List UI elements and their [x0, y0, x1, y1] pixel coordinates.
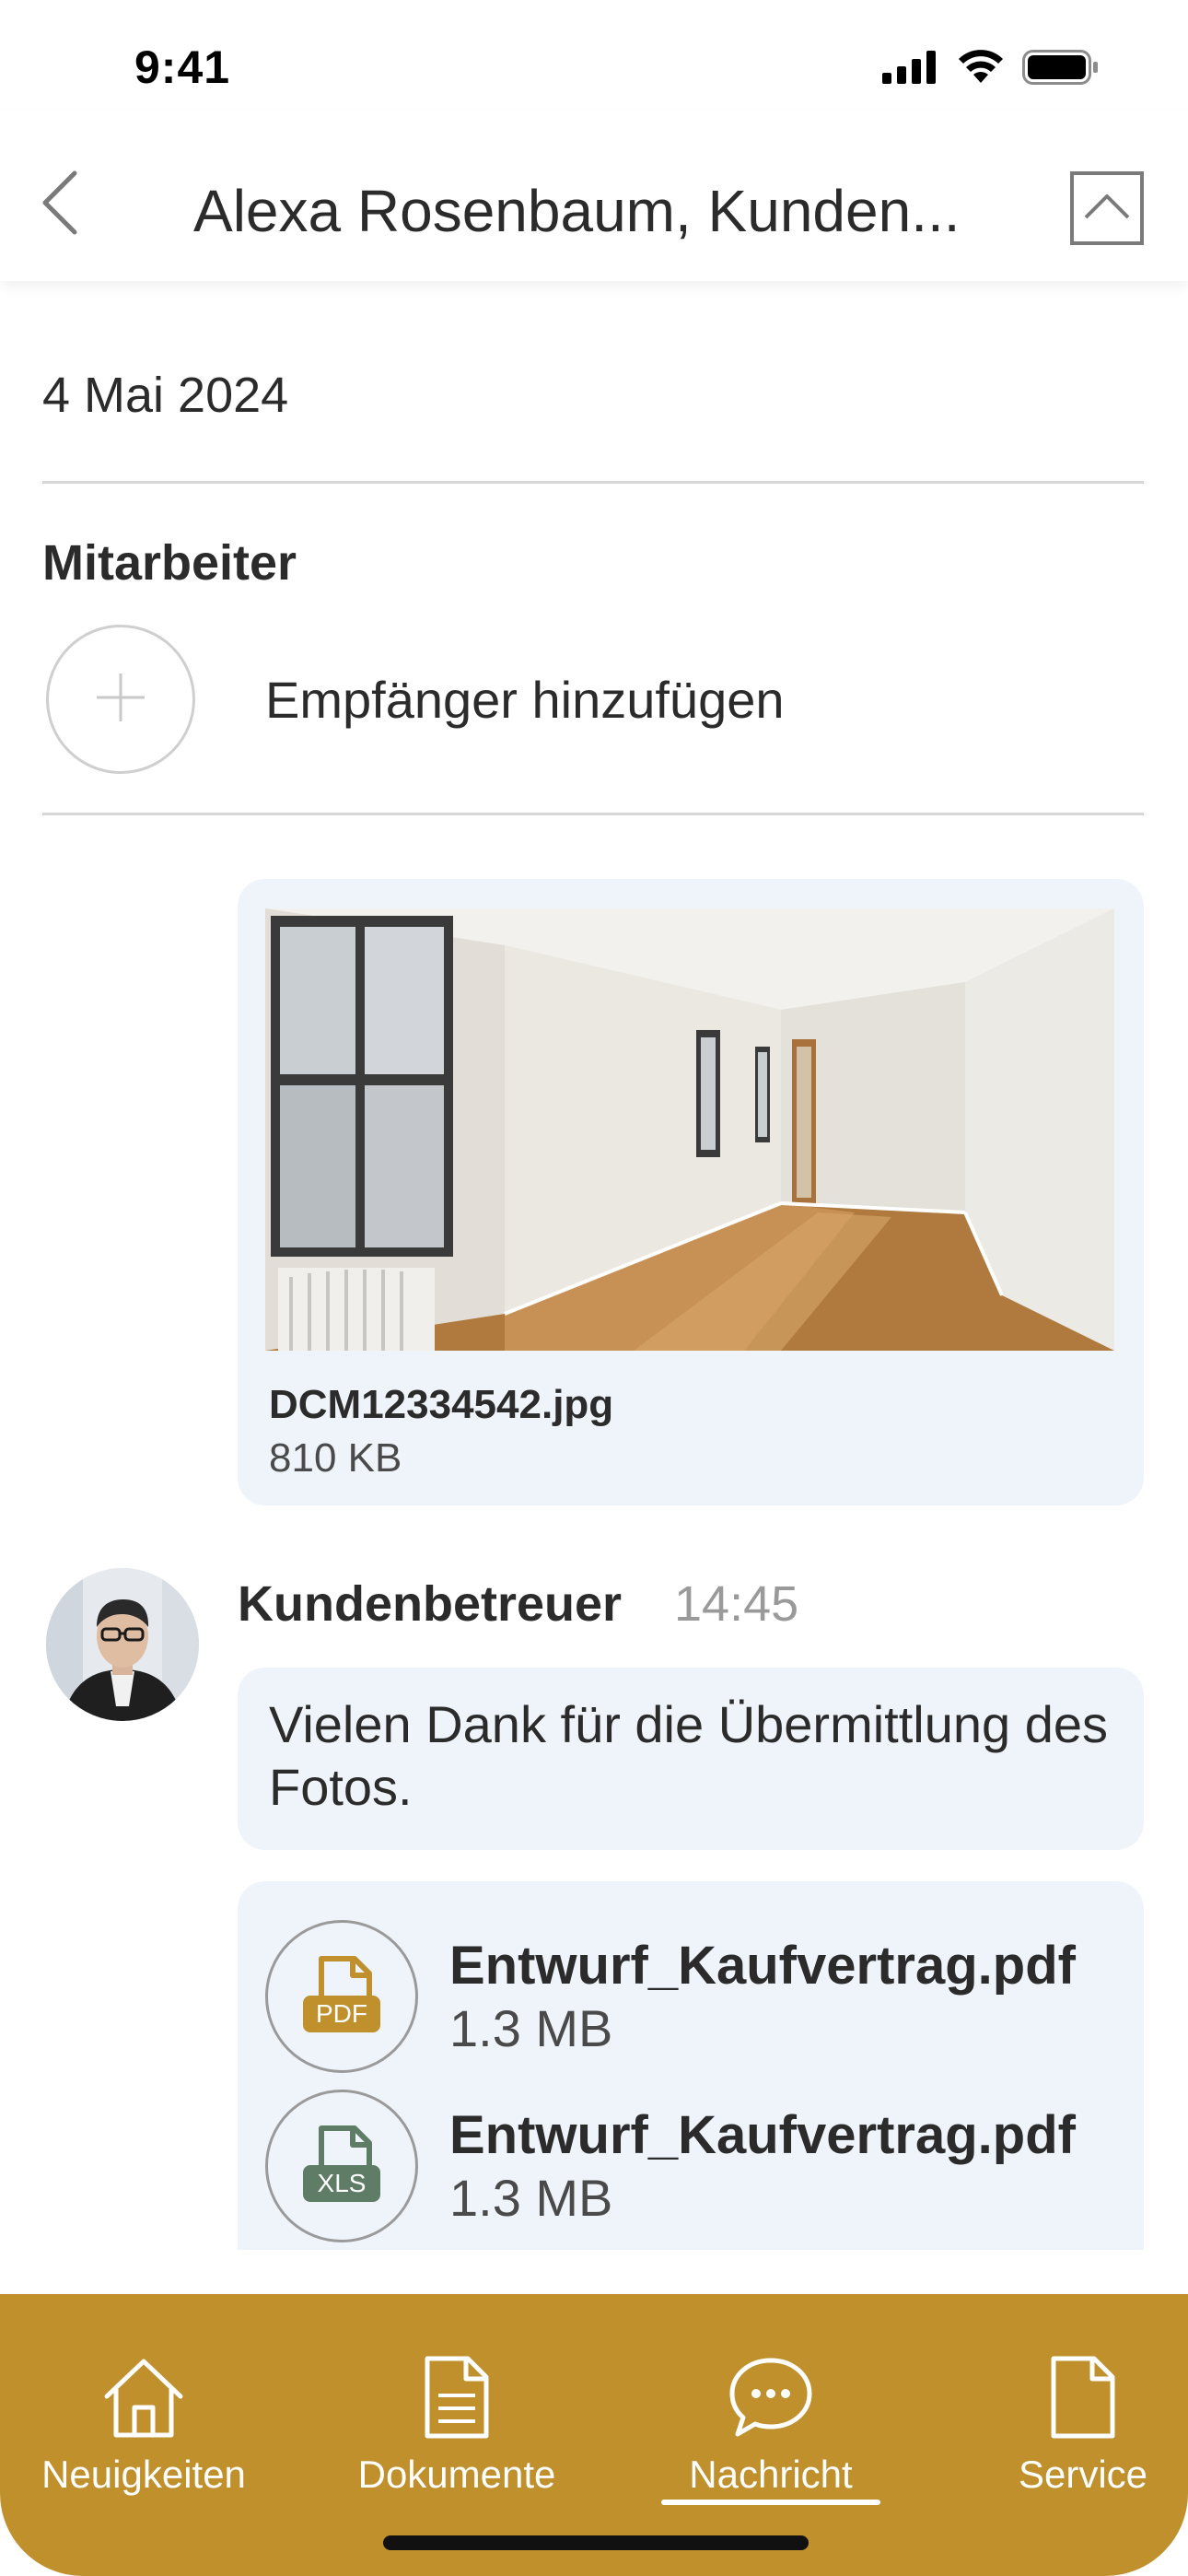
wifi-icon [958, 50, 1004, 89]
home-indicator[interactable] [383, 2535, 809, 2550]
text-message[interactable]: Vielen Dank für die Übermittlung des Fot… [238, 1668, 1144, 1850]
page-icon [1048, 2349, 1118, 2445]
conversation-header: Alexa Rosenbaum, Kunden... [0, 111, 1188, 281]
file-text: Entwurf_Kaufvertrag.pdf 1.3 MB [449, 1934, 1076, 2059]
app-screen: 9:41 Alexa Rosenbaum, Kunden... 4 Mai 20… [0, 0, 1188, 2576]
pdf-file-icon: PDF [296, 1953, 388, 2041]
tab-label: Neuigkeiten [41, 2453, 246, 2496]
file-size: 1.3 MB [449, 2169, 613, 2227]
photo-filename: DCM12334542.jpg [269, 1382, 614, 1427]
add-recipient-button[interactable]: Empfänger hinzufügen [46, 625, 785, 774]
message-text: Vielen Dank für die Übermittlung des Fot… [269, 1695, 1109, 1816]
back-button[interactable] [28, 168, 92, 241]
divider [42, 813, 1144, 815]
status-time: 9:41 [134, 41, 231, 93]
page-title: Alexa Rosenbaum, Kunden... [193, 178, 961, 244]
conversation-date: 4 Mai 2024 [42, 368, 289, 423]
tab-label: Service [1018, 2453, 1148, 2496]
document-icon [422, 2349, 492, 2445]
chat-icon [727, 2349, 815, 2445]
chevron-left-icon [40, 170, 80, 240]
active-tab-indicator [661, 2500, 880, 2505]
status-icons [882, 50, 1100, 89]
tab-label: Dokumente [357, 2453, 556, 2496]
tab-nachricht[interactable]: Nachricht [651, 2349, 891, 2497]
photo-size: 810 KB [269, 1435, 402, 1481]
room-photo[interactable] [265, 908, 1114, 1351]
avatar[interactable] [46, 1568, 199, 1721]
file-attachment[interactable]: XLS Entwurf_Kaufvertrag.pdf 1.3 MB [265, 2090, 1076, 2242]
tab-neuigkeiten[interactable]: Neuigkeiten [24, 2349, 263, 2497]
tab-service[interactable]: Service [963, 2349, 1188, 2497]
collapse-button[interactable] [1070, 171, 1144, 245]
chevron-up-icon [1083, 193, 1131, 225]
file-icon-circle: PDF [265, 1920, 418, 2073]
tab-bar: Neuigkeiten Dokumente Nachricht Service [0, 2294, 1188, 2576]
file-name: Entwurf_Kaufvertrag.pdf [449, 2105, 1076, 2165]
message-timestamp: 14:45 [674, 1576, 799, 1632]
xls-file-icon: XLS [296, 2123, 388, 2210]
sender-name: Kundenbetreuer [238, 1576, 623, 1632]
tab-dokumente[interactable]: Dokumente [337, 2349, 577, 2497]
file-name: Entwurf_Kaufvertrag.pdf [449, 1936, 1076, 1996]
add-recipient-circle [46, 625, 195, 774]
file-type-label: XLS [318, 2169, 367, 2197]
photo-message[interactable]: DCM12334542.jpg 810 KB [238, 879, 1144, 1505]
file-text: Entwurf_Kaufvertrag.pdf 1.3 MB [449, 2103, 1076, 2229]
divider [42, 481, 1144, 484]
file-type-label: PDF [316, 1999, 367, 2028]
signal-icon [882, 51, 939, 88]
section-title: Mitarbeiter [42, 535, 297, 591]
status-bar: 9:41 [0, 0, 1188, 111]
file-icon-circle: XLS [265, 2090, 418, 2242]
home-icon [101, 2349, 186, 2445]
battery-icon [1022, 50, 1100, 89]
files-message: PDF Entwurf_Kaufvertrag.pdf 1.3 MB XLS E… [238, 1881, 1144, 2250]
file-size: 1.3 MB [449, 1999, 613, 2057]
tab-label: Nachricht [689, 2453, 853, 2496]
add-recipient-label: Empfänger hinzufügen [265, 670, 785, 729]
file-attachment[interactable]: PDF Entwurf_Kaufvertrag.pdf 1.3 MB [265, 1920, 1076, 2073]
plus-icon [95, 672, 146, 728]
